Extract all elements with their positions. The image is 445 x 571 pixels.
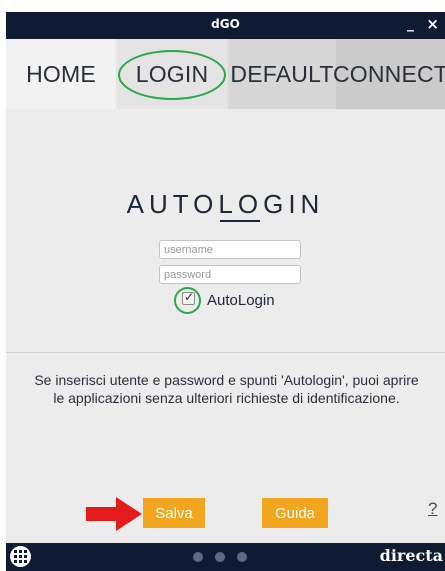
grid-icon[interactable] — [10, 546, 31, 567]
title-underline — [220, 220, 260, 222]
minimize-button[interactable]: _ — [407, 16, 414, 32]
arrow-right-icon — [86, 497, 142, 531]
save-button[interactable]: Salva — [143, 498, 205, 528]
password-field[interactable] — [159, 265, 301, 284]
login-tab-highlight-circle — [118, 50, 226, 100]
tab-default[interactable]: DEFAULT — [228, 39, 336, 109]
help-button[interactable]: Guida — [262, 498, 328, 528]
tab-home[interactable]: HOME — [6, 39, 116, 109]
checkbox-highlight-circle — [174, 287, 201, 314]
page-title: AUTOLOGIN — [126, 189, 325, 219]
bottom-bar: directa — [6, 543, 445, 571]
autologin-description: Se inserisci utente e password e spunti … — [34, 372, 419, 406]
divider — [6, 352, 445, 353]
page-dot[interactable] — [193, 552, 203, 562]
login-form-area — [6, 109, 445, 352]
autologin-label: AutoLogin — [207, 292, 275, 309]
question-link[interactable]: ? — [428, 499, 437, 519]
title-bar: dGO _ × — [6, 12, 445, 39]
window-title: dGO — [211, 17, 240, 31]
page-dot[interactable] — [237, 552, 247, 562]
username-field[interactable] — [159, 240, 301, 259]
tab-connect[interactable]: CONNECT — [333, 39, 445, 109]
brand-logo: directa — [379, 546, 443, 565]
close-button[interactable]: × — [426, 15, 439, 33]
app-window: dGO _ × HOME LOGIN DEFAULT CONNECT AUTOL… — [6, 12, 445, 571]
grid-icon-glyph — [14, 550, 27, 563]
page-dot[interactable] — [215, 552, 225, 562]
